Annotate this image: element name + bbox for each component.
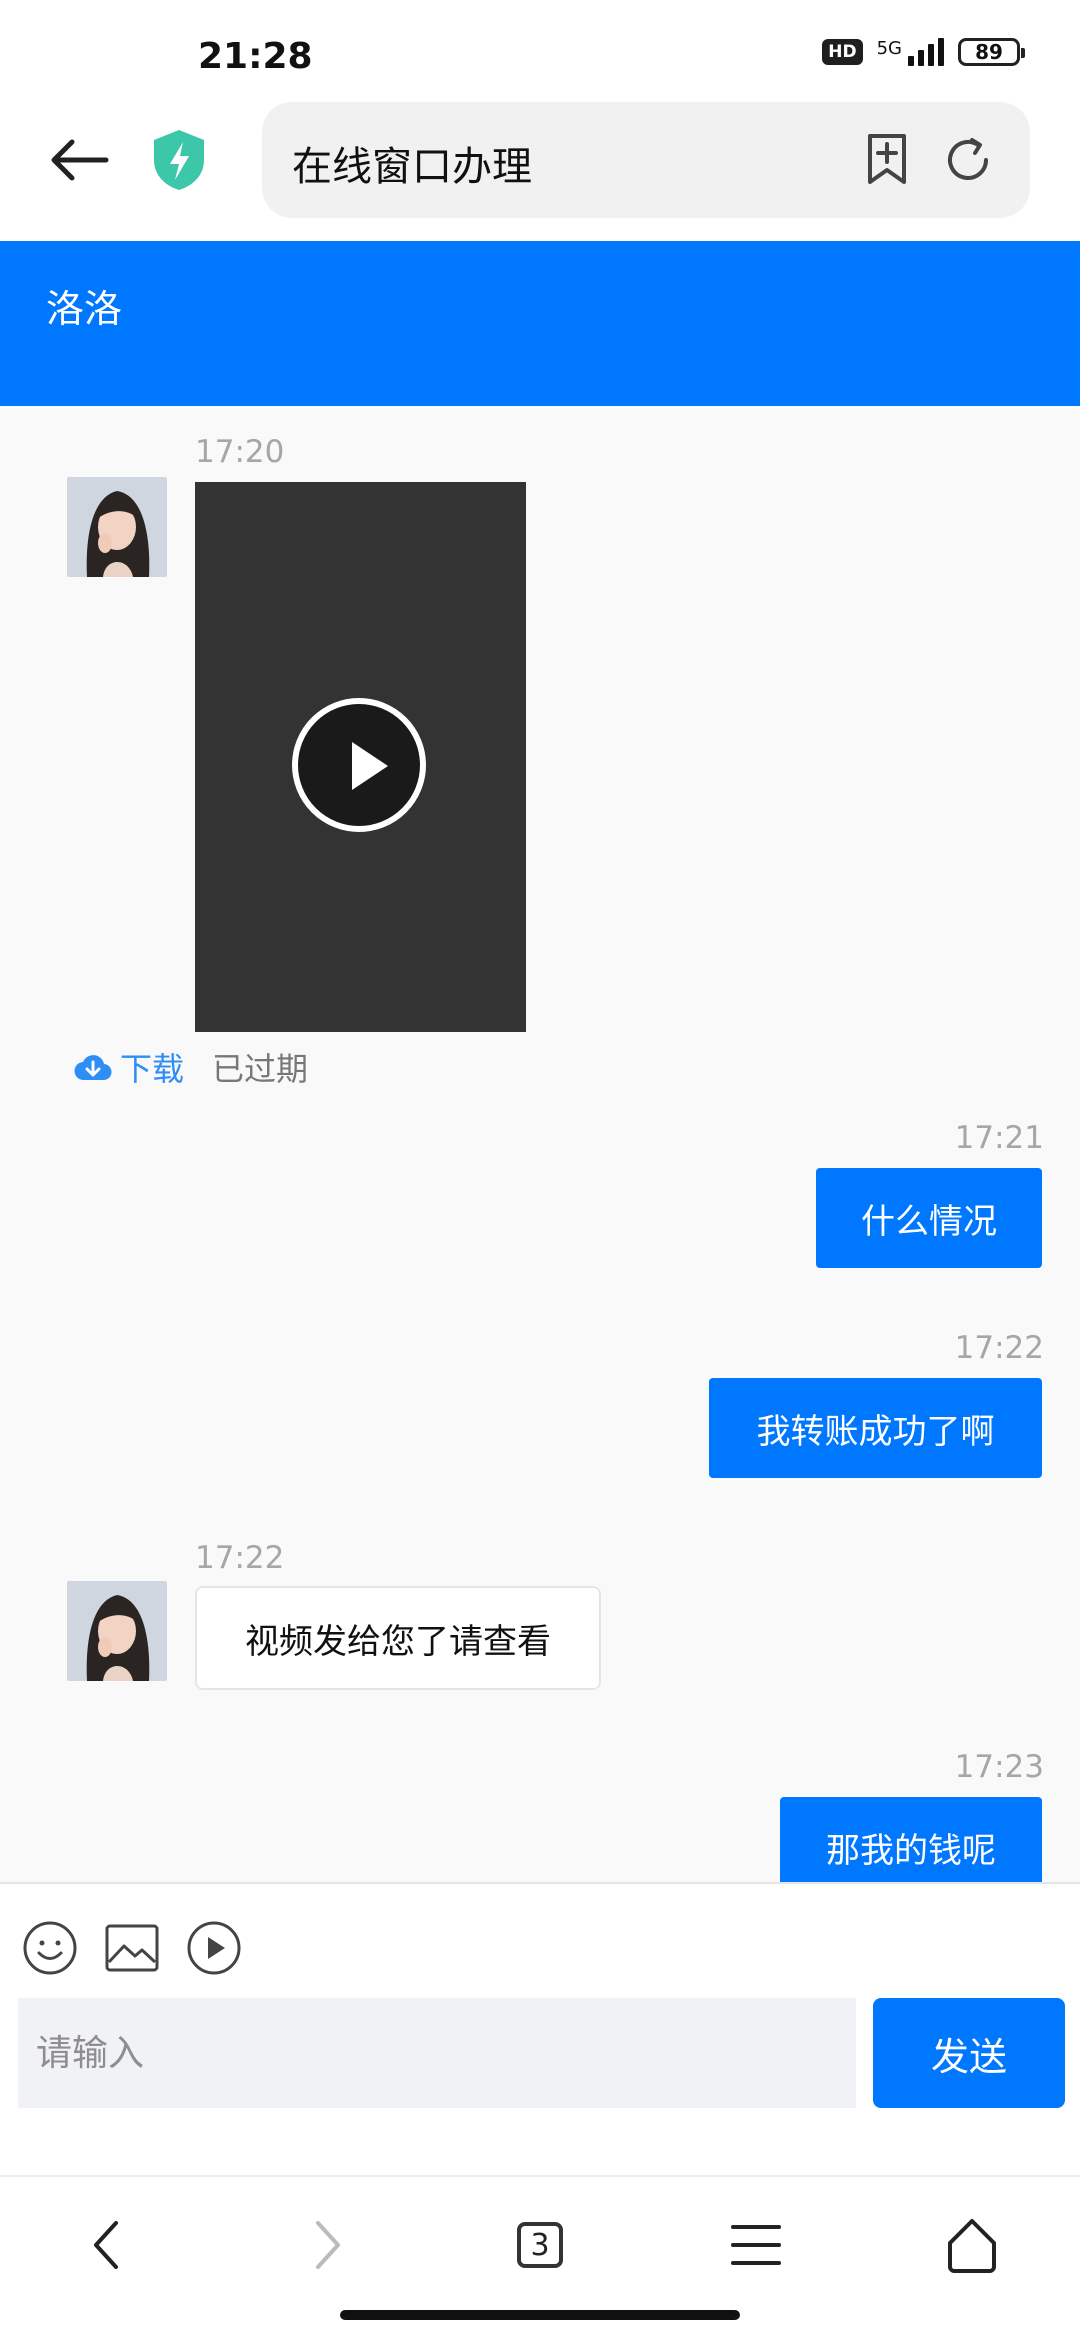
battery-level: 89: [975, 40, 1003, 64]
avatar[interactable]: [67, 1581, 167, 1681]
incoming-message-bubble[interactable]: 视频发给您了请查看: [195, 1586, 601, 1690]
home-indicator[interactable]: [340, 2310, 740, 2320]
signal-icon: 5G: [877, 38, 944, 66]
chat-header: [0, 241, 1080, 406]
expired-label: 已过期: [212, 1050, 309, 1088]
back-arrow-icon[interactable]: [44, 124, 116, 196]
page-title[interactable]: 在线窗口办理: [292, 134, 532, 192]
avatar[interactable]: [67, 477, 167, 577]
message-timestamp: 17:23: [954, 1749, 1044, 1785]
outgoing-message-bubble[interactable]: 那我的钱呢: [780, 1797, 1042, 1882]
outgoing-message-bubble[interactable]: 我转账成功了啊: [709, 1378, 1042, 1478]
message-timestamp: 17:22: [954, 1330, 1044, 1366]
tab-count: 3: [517, 2222, 563, 2268]
battery-icon: 89: [958, 38, 1025, 66]
chat-messages[interactable]: 17:20 下载 已过期 17:21 什么情况 17:22 我转账成功了啊 17…: [0, 406, 1080, 1882]
status-icons: HD 5G 89: [822, 38, 1025, 66]
cloud-download-icon[interactable]: [74, 1052, 112, 1082]
home-icon[interactable]: [932, 2205, 1012, 2285]
network-type: 5G: [876, 38, 902, 59]
message-timestamp: 17:21: [954, 1120, 1044, 1156]
image-icon[interactable]: [104, 1920, 160, 1976]
nav-forward-icon[interactable]: [288, 2205, 368, 2285]
tabs-button[interactable]: 3: [500, 2205, 580, 2285]
security-shield-icon[interactable]: [150, 128, 208, 192]
message-timestamp: 17:22: [195, 1540, 285, 1576]
video-message[interactable]: [195, 482, 526, 1032]
status-time: 21:28: [198, 36, 313, 77]
emoji-icon[interactable]: [22, 1920, 78, 1976]
play-icon[interactable]: [292, 698, 426, 832]
download-link[interactable]: 下载: [120, 1044, 184, 1090]
chat-title: 洛洛: [46, 287, 123, 331]
refresh-icon[interactable]: [942, 134, 994, 186]
message-timestamp: 17:20: [195, 434, 285, 470]
video-icon[interactable]: [186, 1920, 242, 1976]
outgoing-message-bubble[interactable]: 什么情况: [816, 1168, 1042, 1268]
menu-icon[interactable]: [716, 2205, 796, 2285]
add-bookmark-icon[interactable]: [862, 132, 912, 186]
hd-badge: HD: [822, 39, 863, 65]
send-button[interactable]: 发送: [873, 1998, 1065, 2108]
nav-back-icon[interactable]: [66, 2205, 146, 2285]
message-input[interactable]: [18, 1998, 856, 2108]
video-download-row: 下载 已过期: [74, 1044, 308, 1090]
